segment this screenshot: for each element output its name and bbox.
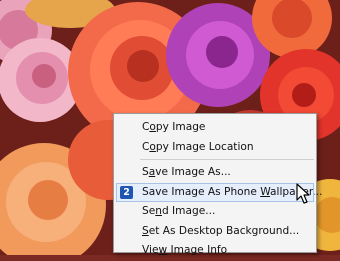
menu-item-label: Set As Desktop Background... <box>142 224 300 237</box>
menu-item-label: View Image Info <box>142 244 228 256</box>
menu-item-label: Send Image... <box>142 205 216 217</box>
menu-item-set-as-desktop-background[interactable]: Set As Desktop Background... <box>116 222 314 242</box>
arrow-cursor-icon <box>296 183 310 204</box>
menu-item-label: Save Image As... <box>142 166 231 178</box>
menu-item-label: Copy Image <box>142 121 206 133</box>
context-menu: Copy Image Copy Image Location Save Imag… <box>113 113 322 256</box>
menu-item-save-image-as-phone-wallpaper[interactable]: 2 Save Image As Phone Wallpaper... <box>116 182 322 202</box>
menu-item-view-image-info[interactable]: View Image Info <box>116 241 314 261</box>
menu-item-label: Copy Image Location <box>142 140 254 153</box>
menu-item-save-image-as[interactable]: Save Image As... <box>116 163 314 183</box>
numbered-square-icon: 2 <box>120 186 133 199</box>
menu-separator <box>140 159 314 160</box>
menu-item-copy-image[interactable]: Copy Image <box>116 118 314 138</box>
menu-item-send-image[interactable]: Send Image... <box>116 202 314 222</box>
menu-item-copy-image-location[interactable]: Copy Image Location <box>116 138 314 158</box>
